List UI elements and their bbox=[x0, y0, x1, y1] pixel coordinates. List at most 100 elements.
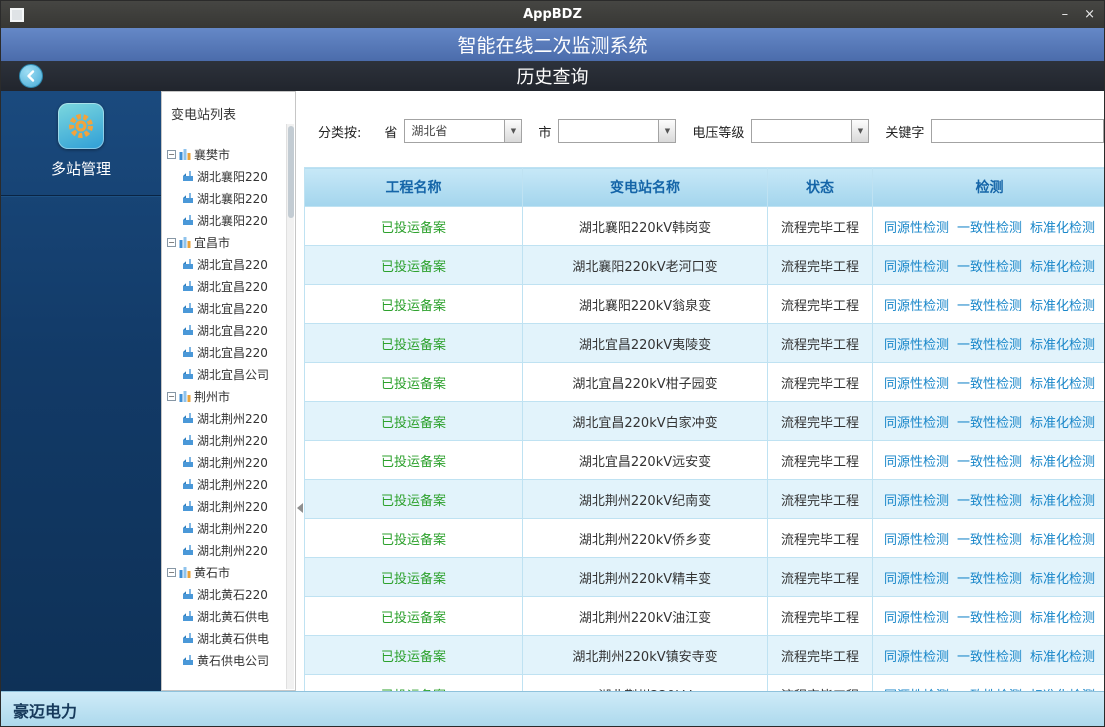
detection-link[interactable]: 一致性检测 bbox=[957, 572, 1022, 587]
detection-link[interactable]: 一致性检测 bbox=[957, 260, 1022, 275]
detection-link[interactable]: 标准化检测 bbox=[1030, 572, 1095, 587]
detection-link[interactable]: 同源性检测 bbox=[884, 494, 949, 509]
sidebar-item-multistation[interactable] bbox=[58, 103, 104, 149]
detection-link[interactable]: 同源性检测 bbox=[884, 650, 949, 665]
scrollbar-thumb[interactable] bbox=[288, 126, 294, 218]
close-button[interactable]: × bbox=[1084, 1, 1095, 28]
detection-link[interactable]: 同源性检测 bbox=[884, 533, 949, 548]
detection-link[interactable]: 一致性检测 bbox=[957, 221, 1022, 236]
tree-city-item[interactable]: − 黄石市 bbox=[162, 561, 295, 583]
dropdown-arrow-icon[interactable]: ▼ bbox=[851, 120, 869, 142]
detection-link[interactable]: 一致性检测 bbox=[957, 338, 1022, 353]
tree-substation-item[interactable]: 湖北宜昌220 bbox=[162, 275, 295, 297]
detection-link[interactable]: 一致性检测 bbox=[957, 689, 1022, 692]
collapse-icon[interactable]: − bbox=[167, 391, 176, 401]
tree-substation-item[interactable]: 湖北襄阳220 bbox=[162, 187, 295, 209]
detection-link[interactable]: 同源性检测 bbox=[884, 221, 949, 236]
tree-substation-item[interactable]: 湖北宜昌220 bbox=[162, 253, 295, 275]
panel-splitter[interactable] bbox=[296, 491, 304, 525]
tree-substation-item[interactable]: 湖北荆州220 bbox=[162, 539, 295, 561]
tree-scrollbar[interactable] bbox=[286, 124, 294, 689]
detection-link[interactable]: 同源性检测 bbox=[884, 338, 949, 353]
tree-substation-item[interactable]: 湖北襄阳220 bbox=[162, 165, 295, 187]
status-cell: 流程完毕工程 bbox=[767, 245, 873, 285]
detection-link[interactable]: 标准化检测 bbox=[1030, 221, 1095, 236]
tree-substation-item[interactable]: 湖北宜昌公司 bbox=[162, 363, 295, 385]
tree-substation-label: 湖北襄阳220 bbox=[197, 191, 268, 206]
tree-substation-item[interactable]: 湖北宜昌220 bbox=[162, 319, 295, 341]
keyword-input[interactable] bbox=[931, 119, 1104, 143]
detection-link[interactable]: 标准化检测 bbox=[1030, 416, 1095, 431]
detection-link[interactable]: 同源性检测 bbox=[884, 611, 949, 626]
window-controls: – × bbox=[1062, 1, 1095, 28]
table-row: 已投运备案 湖北荆州220kV油江变 流程完毕工程 同源性检测 一致性检测 标准化检测 bbox=[304, 596, 1104, 636]
detection-link[interactable]: 一致性检测 bbox=[957, 494, 1022, 509]
minimize-button[interactable]: – bbox=[1062, 1, 1069, 28]
detection-link[interactable]: 标准化检测 bbox=[1030, 299, 1095, 314]
tree-substation-item[interactable]: 黄石供电公司 bbox=[162, 649, 295, 671]
tree-substation-item[interactable]: 湖北荆州220 bbox=[162, 451, 295, 473]
collapse-icon[interactable]: − bbox=[167, 149, 176, 159]
tree-city-item[interactable]: − 襄樊市 bbox=[162, 143, 295, 165]
detection-link[interactable]: 一致性检测 bbox=[957, 299, 1022, 314]
detection-link[interactable]: 标准化检测 bbox=[1030, 650, 1095, 665]
tree-substation-item[interactable]: 湖北黄石供电 bbox=[162, 605, 295, 627]
detection-link[interactable]: 同源性检测 bbox=[884, 455, 949, 470]
detection-link[interactable]: 一致性检测 bbox=[957, 611, 1022, 626]
detection-link[interactable]: 同源性检测 bbox=[884, 260, 949, 275]
detection-link[interactable]: 同源性检测 bbox=[884, 299, 949, 314]
tree-substation-item[interactable]: 湖北荆州220 bbox=[162, 517, 295, 539]
filter-bar: 分类按: 省 湖北省 ▼ 市 ▼ 电压等级 ▼ 关键字 bbox=[304, 119, 1104, 143]
detection-link[interactable]: 标准化检测 bbox=[1030, 689, 1095, 692]
tree-substation-item[interactable]: 湖北荆州220 bbox=[162, 407, 295, 429]
status-cell: 流程完毕工程 bbox=[767, 596, 873, 636]
detection-link[interactable]: 同源性检测 bbox=[884, 377, 949, 392]
status-bar: 豪迈电力 bbox=[1, 691, 1104, 726]
city-value bbox=[559, 120, 658, 142]
city-select[interactable]: ▼ bbox=[558, 119, 677, 143]
tree-substation-item[interactable]: 湖北黄石220 bbox=[162, 583, 295, 605]
dropdown-arrow-icon[interactable]: ▼ bbox=[504, 120, 522, 142]
detection-link[interactable]: 标准化检测 bbox=[1030, 494, 1095, 509]
detection-link[interactable]: 标准化检测 bbox=[1030, 338, 1095, 353]
tree-city-item[interactable]: − 宜昌市 bbox=[162, 231, 295, 253]
detection-link[interactable]: 标准化检测 bbox=[1030, 455, 1095, 470]
detection-link[interactable]: 一致性检测 bbox=[957, 650, 1022, 665]
province-select[interactable]: 湖北省 ▼ bbox=[404, 119, 523, 143]
tree-substation-item[interactable]: 湖北黄石供电 bbox=[162, 627, 295, 649]
detection-cell: 同源性检测一致性检测标准化检测 bbox=[872, 596, 1104, 636]
tree-group: − 黄石市 湖北黄石220 湖北黄石供电 湖北黄石供电 黄石供电公司 bbox=[162, 561, 295, 671]
detection-link[interactable]: 同源性检测 bbox=[884, 689, 949, 692]
voltage-select[interactable]: ▼ bbox=[751, 119, 870, 143]
detection-link[interactable]: 标准化检测 bbox=[1030, 377, 1095, 392]
tree-substation-item[interactable]: 湖北宜昌220 bbox=[162, 341, 295, 363]
tree-substation-item[interactable]: 湖北宜昌220 bbox=[162, 297, 295, 319]
project-cell: 已投运备案 bbox=[304, 596, 523, 636]
collapse-icon[interactable]: − bbox=[167, 237, 176, 247]
detection-link[interactable]: 标准化检测 bbox=[1030, 611, 1095, 626]
back-button[interactable] bbox=[19, 64, 43, 88]
detection-link[interactable]: 一致性检测 bbox=[957, 416, 1022, 431]
tree-city-item[interactable]: − 荆州市 bbox=[162, 385, 295, 407]
titlebar[interactable]: AppBDZ – × bbox=[1, 1, 1104, 28]
collapse-icon[interactable]: − bbox=[167, 567, 176, 577]
detection-link[interactable]: 一致性检测 bbox=[957, 455, 1022, 470]
detection-link[interactable]: 一致性检测 bbox=[957, 377, 1022, 392]
status-cell: 流程完毕工程 bbox=[767, 284, 873, 324]
detection-link[interactable]: 一致性检测 bbox=[957, 533, 1022, 548]
column-header: 变电站名称 bbox=[522, 167, 768, 207]
detection-link[interactable]: 标准化检测 bbox=[1030, 533, 1095, 548]
sidebar-item-label[interactable]: 多站管理 bbox=[51, 158, 111, 179]
detection-link[interactable]: 同源性检测 bbox=[884, 416, 949, 431]
tree-substation-label: 湖北宜昌220 bbox=[197, 257, 268, 272]
tree-city-label: 黄石市 bbox=[194, 565, 231, 580]
tree-substation-item[interactable]: 湖北襄阳220 bbox=[162, 209, 295, 231]
tree-substation-item[interactable]: 湖北荆州220 bbox=[162, 495, 295, 517]
detection-link[interactable]: 标准化检测 bbox=[1030, 260, 1095, 275]
detection-link[interactable]: 同源性检测 bbox=[884, 572, 949, 587]
substation-icon bbox=[182, 434, 194, 446]
tree-substation-item[interactable]: 湖北荆州220 bbox=[162, 473, 295, 495]
tree-substation-item[interactable]: 湖北荆州220 bbox=[162, 429, 295, 451]
dropdown-arrow-icon[interactable]: ▼ bbox=[658, 120, 676, 142]
tree-substation-label: 湖北宜昌220 bbox=[197, 323, 268, 338]
